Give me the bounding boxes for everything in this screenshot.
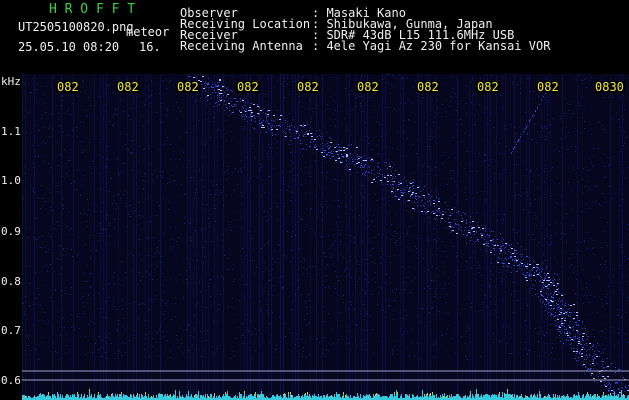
x-tick-label: 082 [236, 80, 260, 94]
label-antenna: Receiving Antenna [180, 39, 303, 53]
x-tick-label: 082 [356, 80, 380, 94]
station-code: H R O F F T [49, 2, 136, 17]
x-tick-label: 082 [56, 80, 80, 94]
y-tick-label: 0.8 [1, 275, 21, 288]
image-filename: UT2505100820.png [18, 20, 134, 34]
x-tick-label: 082 [416, 80, 440, 94]
x-tick-label: 0830 [594, 80, 625, 94]
y-tick-label: 1.1 [1, 125, 21, 138]
spectrogram-canvas [22, 74, 629, 400]
observation-datetime: 25.05.10 08:20 [18, 40, 120, 54]
x-tick-label: 082 [476, 80, 500, 94]
meteor-count: 16. [139, 40, 161, 54]
x-tick-label: 082 [296, 80, 320, 94]
spectrogram-plot [22, 74, 629, 400]
x-tick-label: 082 [176, 80, 200, 94]
y-tick-label: 0.7 [1, 324, 21, 337]
y-tick-label: 1.0 [1, 174, 21, 187]
frequency-unit-label: kHz [1, 75, 21, 88]
header-panel: H R O F F T UT2505100820.png meteor 25.0… [0, 0, 629, 72]
x-tick-label: 082 [536, 80, 560, 94]
observation-tag: meteor [126, 25, 170, 39]
y-tick-label: 0.9 [1, 225, 21, 238]
value-antenna: : 4ele Yagi Az 230 for Kansai VOR [312, 39, 551, 53]
x-tick-label: 082 [116, 80, 140, 94]
y-tick-label: 0.6 [1, 374, 21, 387]
